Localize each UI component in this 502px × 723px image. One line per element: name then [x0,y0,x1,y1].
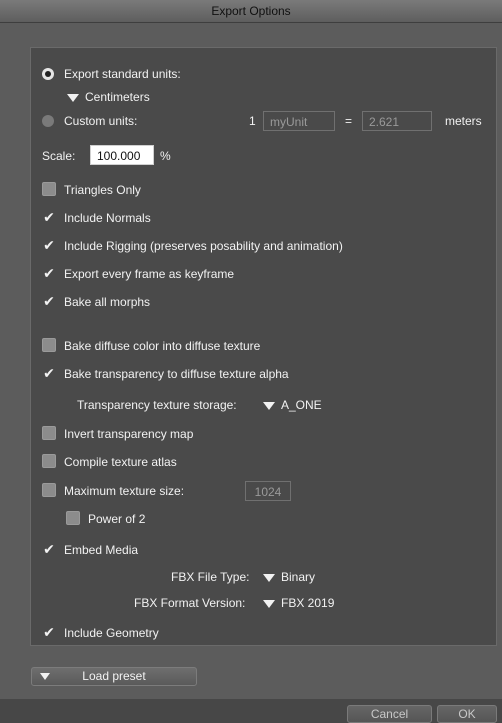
chevron-down-icon [263,599,275,608]
invert-transparency-checkbox[interactable] [42,426,56,440]
fbx-format-version-label: FBX Format Version: [134,596,246,610]
transparency-storage-label: Transparency texture storage: [77,398,237,412]
fbx-format-version-value: FBX 2019 [281,596,335,610]
every-frame-label: Export every frame as keyframe [64,267,235,281]
include-rigging-checkbox[interactable]: ✔ [42,238,56,253]
window-title: Export Options [0,0,502,23]
load-preset-label: Load preset [82,669,146,683]
standard-units-value: Centimeters [85,90,150,104]
fbx-file-type-value: Binary [281,570,316,584]
custom-units-label: Custom units: [64,114,138,128]
custom-units-radio[interactable] [42,115,54,127]
transparency-storage-dropdown[interactable]: A_ONE [263,396,322,414]
bake-morphs-checkbox[interactable]: ✔ [42,294,56,309]
power-of-2-label: Power of 2 [88,512,146,526]
chevron-down-icon [67,93,79,102]
include-geometry-checkbox[interactable]: ✔ [42,625,56,640]
standard-units-radio[interactable] [42,68,54,80]
bake-transparency-checkbox[interactable]: ✔ [42,366,56,381]
bake-transparency-label: Bake transparency to diffuse texture alp… [64,367,289,381]
compile-atlas-checkbox[interactable] [42,454,56,468]
include-rigging-label: Include Rigging (preserves posability an… [64,239,343,253]
standard-units-dropdown[interactable]: Centimeters [67,88,150,106]
fbx-format-version-dropdown[interactable]: FBX 2019 [263,594,334,612]
bake-diffuse-label: Bake diffuse color into diffuse texture [64,339,261,353]
chevron-down-icon [263,573,275,582]
fbx-file-type-dropdown[interactable]: Binary [263,568,315,586]
cancel-button[interactable]: Cancel [347,705,432,723]
transparency-storage-value: A_ONE [281,398,322,412]
embed-media-checkbox[interactable]: ✔ [42,542,56,557]
triangles-only-checkbox[interactable] [42,182,56,196]
load-preset-button[interactable]: Load preset [31,667,197,686]
every-frame-checkbox[interactable]: ✔ [42,266,56,281]
invert-transparency-label: Invert transparency map [64,427,194,441]
scale-field[interactable]: 100.000 [90,145,154,165]
equals-sign: = [345,114,353,128]
bake-diffuse-checkbox[interactable] [42,338,56,352]
custom-unit-name-field[interactable]: myUnit [263,111,335,131]
embed-media-label: Embed Media [64,543,139,557]
triangles-only-label: Triangles Only [64,183,141,197]
custom-unit-factor-field[interactable]: 2.621 [362,111,432,131]
bake-morphs-label: Bake all morphs [64,295,151,309]
include-normals-checkbox[interactable]: ✔ [42,210,56,225]
custom-unit-count: 1 [249,114,256,128]
include-geometry-label: Include Geometry [64,626,159,640]
power-of-2-checkbox[interactable] [66,511,80,525]
compile-atlas-label: Compile texture atlas [64,455,177,469]
max-texture-size-checkbox[interactable] [42,483,56,497]
include-normals-label: Include Normals [64,211,151,225]
max-texture-size-label: Maximum texture size: [64,484,185,498]
chevron-down-icon [263,401,275,410]
standard-units-label: Export standard units: [64,67,181,81]
scale-label: Scale: [42,149,76,163]
fbx-file-type-label: FBX File Type: [171,570,250,584]
max-texture-size-field[interactable]: 1024 [245,481,291,501]
ok-button[interactable]: OK [437,705,497,723]
meters-label: meters [445,114,482,128]
scale-unit: % [160,149,171,163]
